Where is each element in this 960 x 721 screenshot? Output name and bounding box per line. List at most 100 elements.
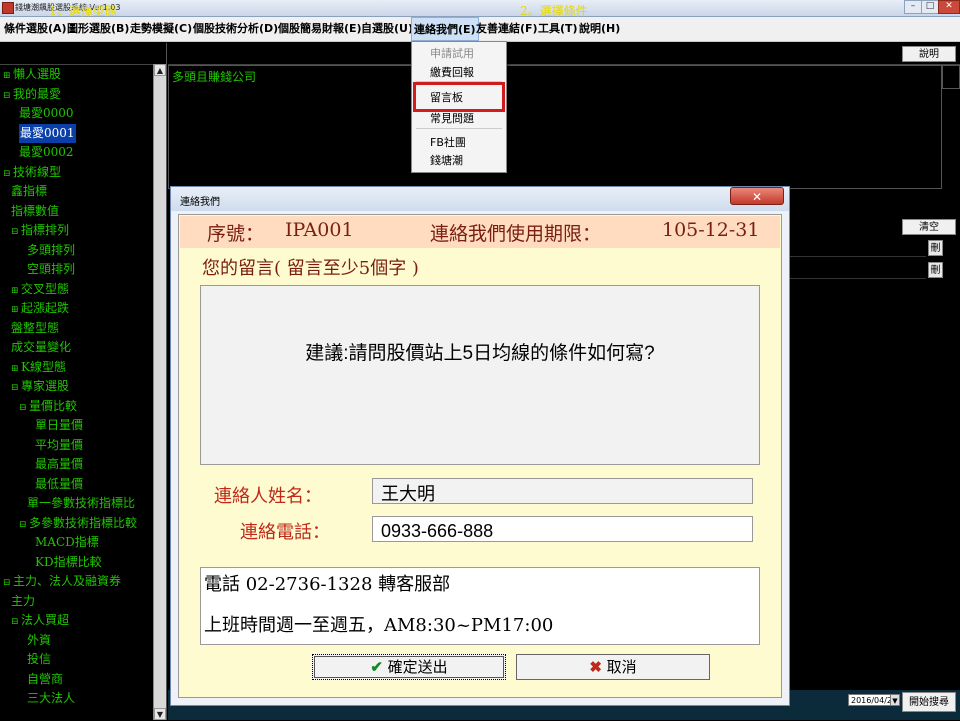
serial-label: 序號： <box>207 223 265 245</box>
result-row[interactable] <box>790 240 926 257</box>
expand-icon[interactable]: ⊞ <box>11 360 21 379</box>
tree-item[interactable]: 成交量變化 <box>11 338 71 357</box>
tree-item-label: 最愛0001 <box>20 125 75 140</box>
tree-item[interactable]: ⊟ 量價比較 <box>19 397 77 416</box>
expiry-value: 105-12-31 <box>662 219 760 241</box>
expand-icon[interactable]: ⊞ <box>11 282 21 301</box>
expand-icon[interactable]: ⊞ <box>11 301 21 320</box>
tree-item[interactable]: 最愛0002 <box>19 143 74 162</box>
tree-item[interactable]: ⊟ 技術線型 <box>3 163 61 182</box>
message-textarea[interactable] <box>200 285 760 465</box>
menu-tools[interactable]: 工具(T) <box>538 17 578 41</box>
expand-icon[interactable]: ⊞ <box>3 67 13 86</box>
menu-help[interactable]: 說明(H) <box>579 17 620 41</box>
tree-item[interactable]: 最愛0001 <box>19 123 76 143</box>
tree-item-label: MACD指標 <box>35 535 99 549</box>
tree-item[interactable]: 最高量價 <box>35 455 83 474</box>
tree-item[interactable]: KD指標比較 <box>35 553 102 572</box>
tree-item-label: K線型態 <box>21 359 66 374</box>
tree-item-label: 多頭排列 <box>27 242 76 257</box>
tree-item-label: 成交量變化 <box>11 340 72 354</box>
tree-item[interactable]: 空頭排列 <box>27 260 75 279</box>
tree-item[interactable]: 外資 <box>27 631 51 650</box>
clear-button[interactable]: 清空 <box>902 219 956 235</box>
menu-item-fb-group[interactable]: FB社團 <box>430 134 466 150</box>
tree-item[interactable]: 最愛0000 <box>19 104 74 123</box>
menu-condition-select[interactable]: 條件選股(A) <box>4 17 67 41</box>
collapse-icon[interactable]: ⊟ <box>19 399 29 418</box>
tree-item[interactable]: ⊞ 起漲起跌 <box>11 299 69 318</box>
tree-item[interactable]: ⊟ 指標排列 <box>11 221 69 240</box>
tree-item[interactable]: 指標數值 <box>11 202 59 221</box>
menu-financial-report[interactable]: 個股簡易財報(E) <box>278 17 362 41</box>
menu-item-faq[interactable]: 常見問題 <box>430 110 474 126</box>
left-scrollbar[interactable]: ▲ ▼ <box>153 64 166 720</box>
collapse-icon[interactable]: ⊟ <box>11 613 21 632</box>
tree-item-label: 空頭排列 <box>27 262 76 276</box>
contact-phone-label: 連絡電話： <box>240 522 330 543</box>
collapse-icon[interactable]: ⊟ <box>3 87 13 106</box>
tree-item[interactable]: 單日量價 <box>35 416 83 435</box>
minimize-button[interactable]: – <box>904 0 922 14</box>
tree-item[interactable]: 最低量價 <box>35 475 83 494</box>
dialog-title: 連絡我們 <box>180 197 220 208</box>
tree-item[interactable]: 三大法人 <box>27 689 75 708</box>
tree-item[interactable]: 主力 <box>11 592 35 611</box>
tree-item[interactable]: 自營商 <box>27 670 63 689</box>
result-row[interactable] <box>790 262 926 279</box>
menu-friendly-links[interactable]: 友善連結(F) <box>476 17 538 41</box>
collapse-icon[interactable]: ⊟ <box>11 379 21 398</box>
collapse-icon[interactable]: ⊟ <box>19 516 29 535</box>
tree-item[interactable]: 單一參數技術指標比 <box>27 494 135 513</box>
menu-watchlist[interactable]: 自選股(U) <box>361 17 413 41</box>
left-panel-header <box>0 44 166 65</box>
maximize-button[interactable]: □ <box>921 0 939 14</box>
tree-item[interactable]: ⊟ 專家選股 <box>11 377 69 396</box>
tree-item[interactable]: ⊞ 懶人選股 <box>3 65 61 84</box>
start-search-button[interactable]: 開始搜尋 <box>902 692 956 712</box>
conditions-scrollbar[interactable] <box>942 65 960 89</box>
collapse-icon[interactable]: ⊟ <box>11 223 21 242</box>
menu-item-payment-report[interactable]: 繳費回報 <box>430 64 474 80</box>
collapse-icon[interactable]: ⊟ <box>3 165 13 184</box>
tree-item[interactable]: ⊟ 我的最愛 <box>3 85 61 104</box>
tree-item[interactable]: MACD指標 <box>35 533 99 552</box>
tree-item-label: 專家選股 <box>21 379 70 393</box>
scroll-up-icon[interactable]: ▲ <box>154 64 166 76</box>
conditions-list <box>168 65 942 189</box>
service-hours-text: 上班時間週一至週五，AM8:30~PM17:00 <box>204 615 554 636</box>
collapse-icon[interactable]: ⊟ <box>3 574 13 593</box>
chevron-down-icon[interactable]: ▼ <box>890 694 900 706</box>
menu-item-qiantangchao[interactable]: 錢塘潮 <box>430 152 463 168</box>
contact-phone-field[interactable]: 0933-666-888 <box>372 516 753 542</box>
condition-item[interactable]: 多頭且賺錢公司 <box>172 68 256 85</box>
tree-item[interactable]: 投信 <box>27 650 51 669</box>
contact-name-field[interactable]: 王大明 <box>372 478 753 504</box>
menu-trend-simulate[interactable]: 走勢模擬(C) <box>130 17 192 41</box>
tree-item[interactable]: ⊟ 多參數技術指標比較 <box>19 514 137 533</box>
submit-button[interactable]: ✔ 確定送出 <box>312 654 506 680</box>
delete-button[interactable]: 刪 <box>928 240 943 256</box>
tree-item[interactable]: ⊟ 法人買超 <box>11 611 69 630</box>
cancel-button[interactable]: ✖ 取消 <box>516 654 710 680</box>
tree-item[interactable]: ⊞ 交叉型態 <box>11 280 69 299</box>
tree-item-label: 主力 <box>11 593 36 608</box>
tree-item[interactable]: 多頭排列 <box>27 241 75 260</box>
menu-contact-us[interactable]: 連絡我們(E) <box>411 17 479 41</box>
tree-item[interactable]: 平均量價 <box>35 436 83 455</box>
close-window-button[interactable]: ✕ <box>938 0 960 14</box>
tree-item[interactable]: 鑫指標 <box>11 182 47 201</box>
menu-graphic-select[interactable]: 圖形選股(B) <box>67 17 129 41</box>
tree-item-label: 主力、法人及融資券 <box>13 574 122 588</box>
menu-item-apply-trial[interactable]: 申請試用 <box>430 45 474 61</box>
tree-item-label: 單一參數技術指標比 <box>27 496 136 510</box>
close-icon[interactable]: ✕ <box>730 187 784 205</box>
tree-item[interactable]: 盤整型態 <box>11 319 59 338</box>
delete-button[interactable]: 刪 <box>928 262 943 278</box>
menu-tech-analysis[interactable]: 個股技術分析(D) <box>193 17 278 41</box>
tree-item[interactable]: ⊟ 主力、法人及融資券 <box>3 572 121 591</box>
scroll-down-icon[interactable]: ▼ <box>154 708 166 720</box>
tree-item-label: 懶人選股 <box>13 67 62 81</box>
tree-item[interactable]: ⊞ K線型態 <box>11 358 66 377</box>
help-button[interactable]: 說明 <box>902 46 956 62</box>
